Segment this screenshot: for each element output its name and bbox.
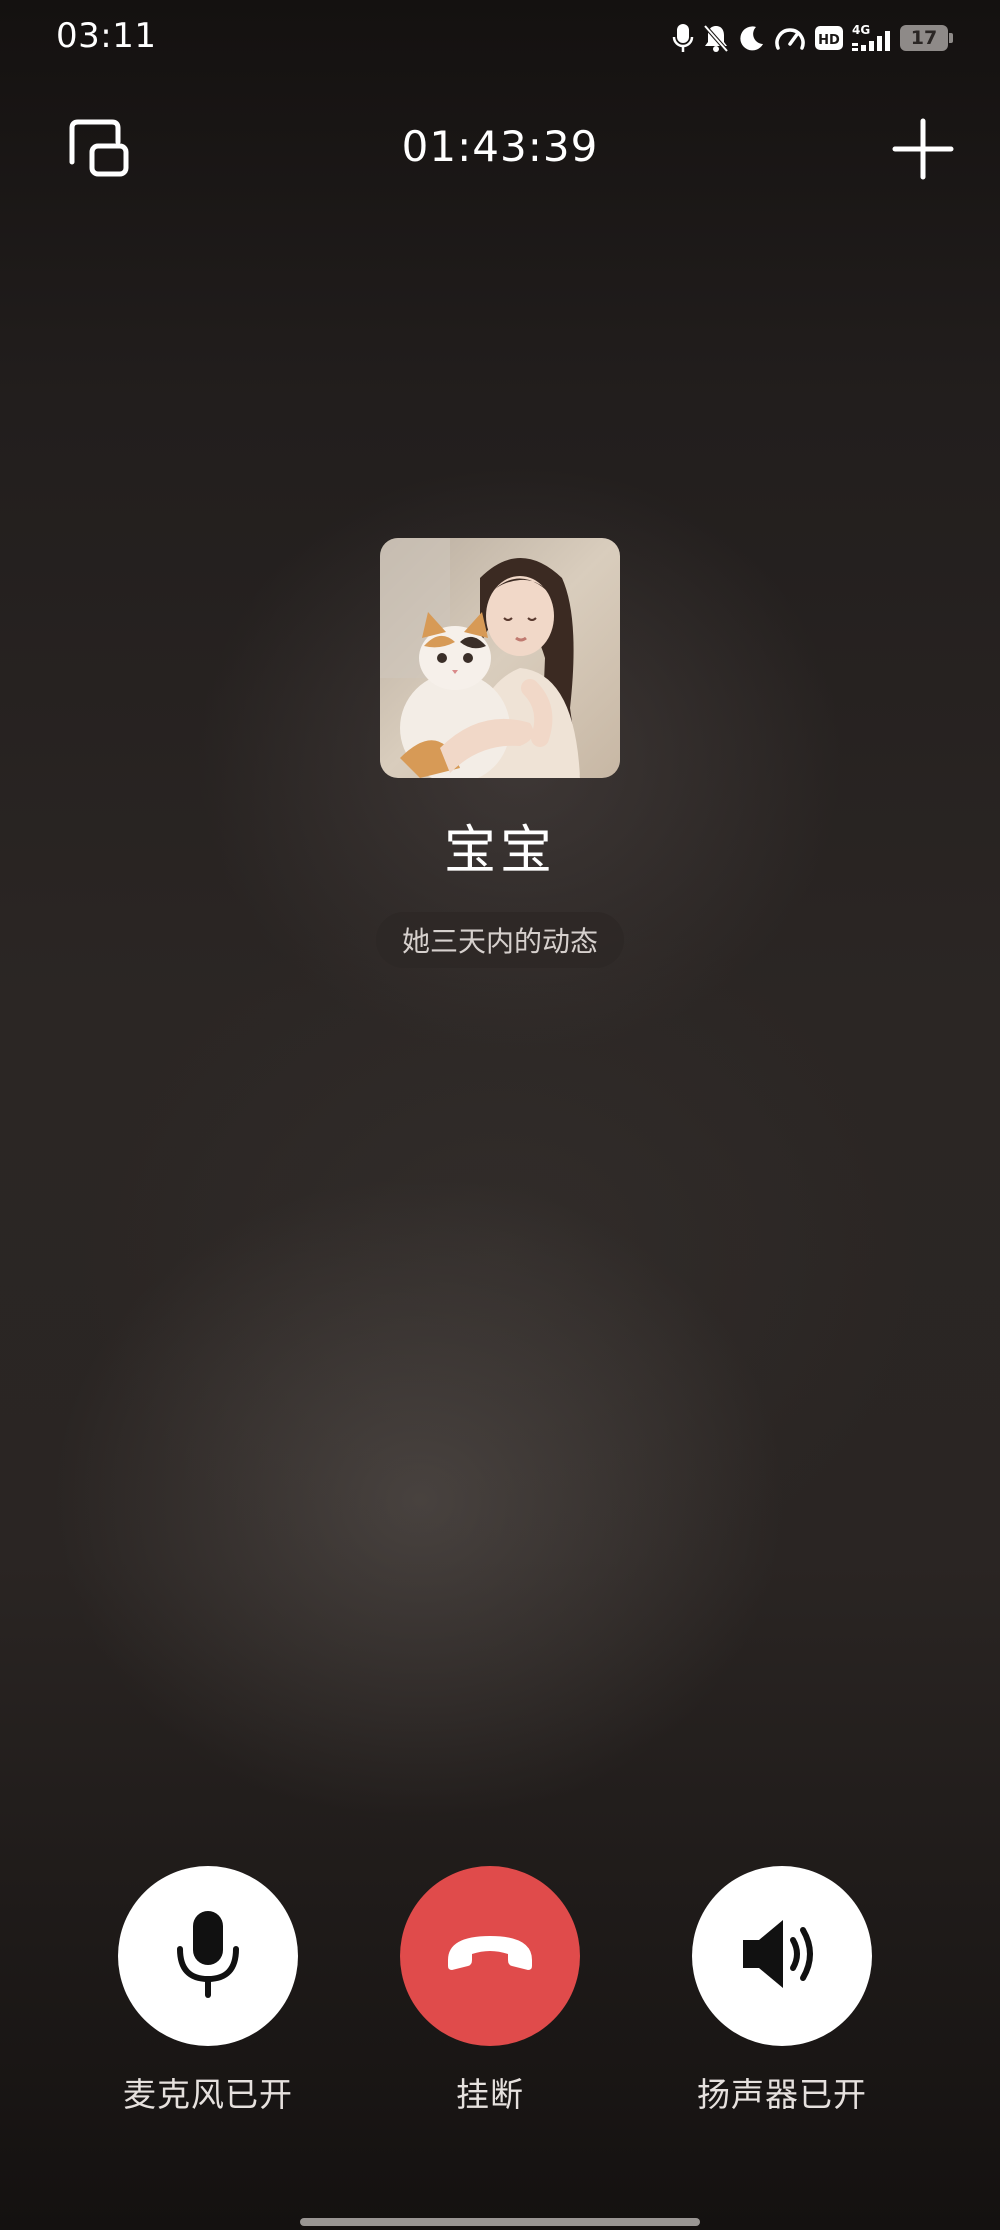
microphone-label: 麦克风已开 [123,2075,293,2114]
hang-up-icon [440,1924,540,1988]
status-time: 03:11 [56,16,157,56]
speaker-icon [737,1914,827,1998]
speed-gauge-icon [774,24,806,52]
svg-text:4G: 4G [852,23,870,37]
microphone-in-use-icon [672,23,694,53]
hang-up-button[interactable] [400,1866,580,2046]
status-icons: HD 4G 17 [672,18,953,58]
microphone-toggle-button[interactable] [118,1866,298,2046]
microphone-icon [173,1909,243,2003]
battery-indicator: 17 [900,25,953,51]
add-participant-button[interactable] [892,118,954,180]
recent-moments-link[interactable]: 她三天内的动态 [376,912,624,968]
moon-icon [738,24,766,52]
hd-icon: HD [814,24,844,52]
contact-avatar [380,538,620,778]
speaker-toggle-button[interactable] [692,1866,872,2046]
speaker-label: 扬声器已开 [697,2075,867,2114]
status-bar: 03:11 HD 4G 17 [0,0,1000,76]
home-indicator[interactable] [300,2218,700,2226]
bell-muted-icon [702,23,730,53]
battery-level: 17 [910,27,938,49]
hang-up-label: 挂断 [456,2075,524,2114]
call-duration: 01:43:39 [401,122,599,171]
contact-name: 宝宝 [443,821,556,881]
plus-icon [892,118,954,184]
4g-signal-icon: 4G [852,23,892,53]
svg-text:HD: HD [818,33,840,48]
